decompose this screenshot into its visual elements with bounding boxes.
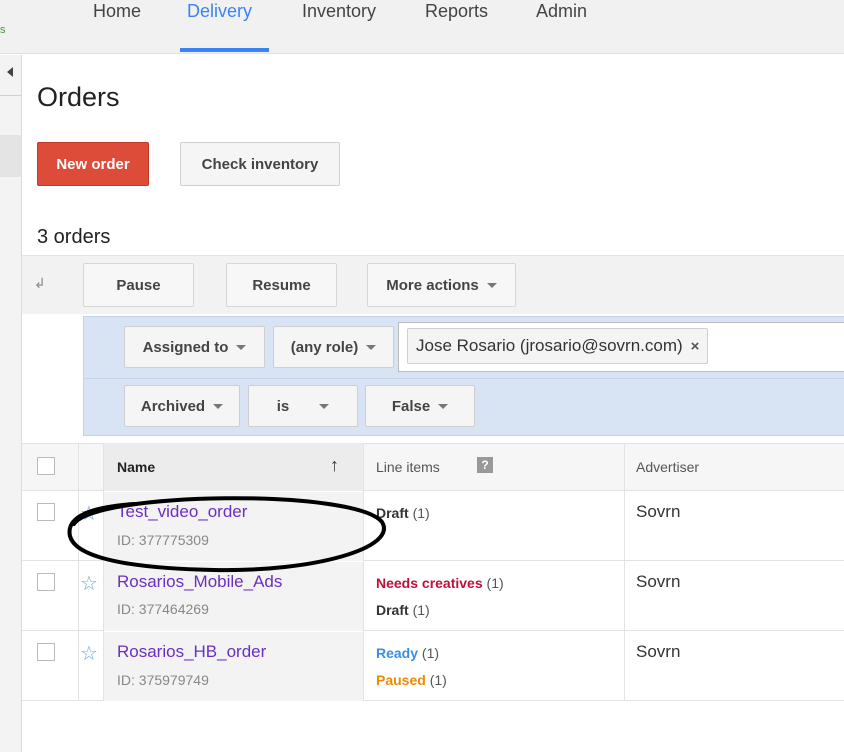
more-actions-button[interactable]: More actions [367, 263, 516, 307]
order-id: ID: 377464269 [117, 601, 209, 617]
archived-dropdown[interactable]: Archived [124, 385, 240, 427]
star-outline-icon[interactable]: ☆ [80, 641, 98, 666]
collapse-left-icon[interactable] [7, 67, 13, 77]
line-item-status[interactable]: Draft (1) [376, 602, 430, 618]
assigned-to-label: Assigned to [142, 338, 229, 356]
line-item-status-label: Ready [376, 645, 419, 661]
select-all-checkbox[interactable] [37, 457, 55, 475]
annotation-circle [67, 496, 386, 573]
line-item-status-label: Needs creatives [376, 575, 483, 591]
tab-admin[interactable]: Admin [536, 0, 587, 54]
page-title: Orders [37, 82, 120, 112]
order-count: 3 orders [37, 226, 111, 248]
tab-reports[interactable]: Reports [425, 0, 488, 54]
column-header-name[interactable]: Name [117, 459, 155, 475]
line-item-count: (1) [412, 602, 430, 618]
order-id: ID: 375979749 [117, 672, 209, 688]
refresh-icon[interactable]: ↲ [34, 275, 46, 292]
line-item-status[interactable]: Paused (1) [376, 672, 447, 688]
line-item-count: (1) [421, 645, 440, 661]
sidebar-selected-item[interactable] [0, 135, 21, 177]
chevron-down-icon [438, 403, 449, 409]
line-item-status-label: Paused [376, 672, 426, 688]
assigned-to-dropdown[interactable]: Assigned to [124, 326, 265, 368]
line-item-status-label: Draft [376, 602, 409, 618]
chevron-down-icon [236, 344, 247, 350]
line-item-count: (1) [486, 575, 504, 591]
value-dropdown[interactable]: False [365, 385, 475, 427]
column-header-line-items[interactable]: Line items [376, 459, 440, 475]
line-item-status[interactable]: Needs creatives (1) [376, 575, 504, 591]
advertiser-cell: Sovrn [636, 502, 681, 521]
row-checkbox[interactable] [37, 503, 55, 521]
check-inventory-button[interactable]: Check inventory [180, 142, 340, 186]
tab-home[interactable]: Home [93, 0, 141, 54]
archived-label: Archived [140, 397, 206, 415]
role-label: (any role) [290, 338, 359, 356]
pause-button[interactable]: Pause [83, 263, 194, 307]
tab-delivery[interactable]: Delivery [187, 0, 252, 54]
sidebar-divider [0, 95, 21, 96]
more-actions-label: More actions [386, 276, 479, 294]
chevron-down-icon [486, 282, 497, 288]
assignee-token-label: Jose Rosario (jrosario@sovrn.com) [416, 336, 683, 355]
arrow-up-icon[interactable]: ↑ [330, 455, 339, 476]
row-checkbox[interactable] [37, 643, 55, 661]
chevron-down-icon [319, 403, 330, 409]
advertiser-cell: Sovrn [636, 572, 681, 591]
role-dropdown[interactable]: (any role) [273, 326, 394, 368]
operator-dropdown[interactable]: is [248, 385, 358, 427]
order-name-link[interactable]: Rosarios_HB_order [117, 642, 266, 662]
line-item-count: (1) [412, 505, 430, 521]
logo-fragment: s [0, 24, 6, 36]
line-item-status[interactable]: Ready (1) [376, 645, 439, 661]
advertiser-cell: Sovrn [636, 642, 681, 661]
tab-inventory[interactable]: Inventory [302, 0, 376, 54]
close-icon[interactable]: × [691, 338, 700, 355]
chevron-down-icon [366, 344, 377, 350]
chevron-down-icon [213, 403, 224, 409]
row-checkbox[interactable] [37, 573, 55, 591]
active-tab-indicator [180, 48, 269, 52]
top-nav: s Home Delivery Inventory Reports Admin [0, 0, 844, 54]
line-item-count: (1) [429, 672, 447, 688]
column-header-advertiser[interactable]: Advertiser [636, 459, 699, 475]
assignee-token: Jose Rosario (jrosario@sovrn.com) × [407, 328, 709, 364]
help-icon[interactable]: ? [477, 457, 493, 473]
left-sidebar [0, 55, 22, 752]
value-label: False [391, 397, 431, 415]
new-order-button[interactable]: New order [37, 142, 149, 186]
operator-label: is [276, 397, 290, 415]
resume-button[interactable]: Resume [226, 263, 337, 307]
filter-divider [83, 378, 844, 379]
